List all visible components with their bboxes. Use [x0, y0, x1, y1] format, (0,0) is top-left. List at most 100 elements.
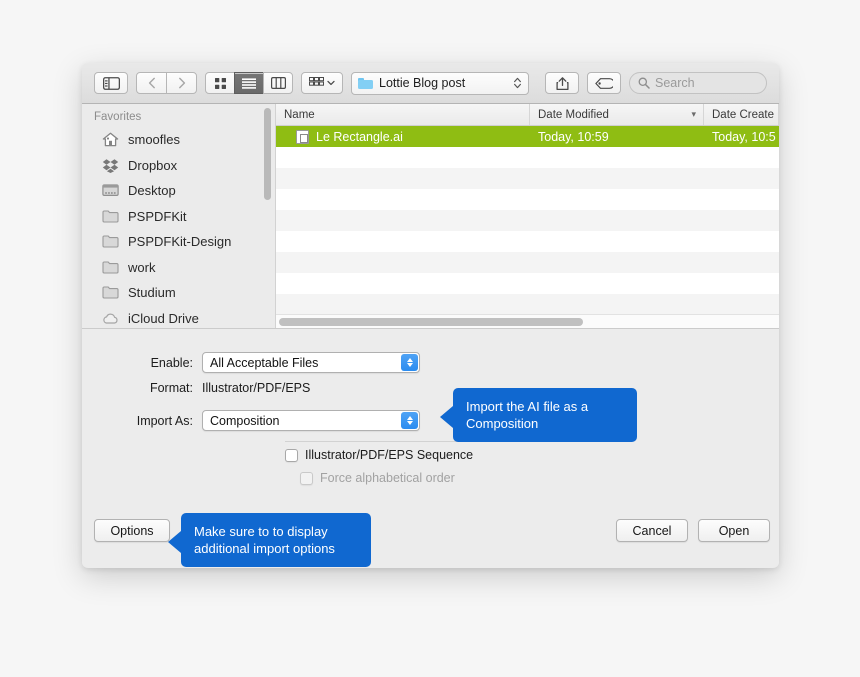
alphabetical-checkbox: Force alphabetical order [300, 471, 455, 485]
view-mode-segmented-control [205, 72, 293, 94]
chevron-down-icon [406, 363, 413, 367]
cancel-button[interactable]: Cancel [616, 519, 688, 542]
navigation-buttons [136, 72, 197, 94]
callout-options: Make sure to to display additional impor… [168, 513, 371, 567]
sidebar-scrollbar[interactable] [264, 108, 271, 200]
column-header-date-created[interactable]: Date Create [704, 104, 779, 125]
chevron-up-icon [406, 416, 413, 420]
folder-icon [102, 210, 119, 223]
chevron-down-icon [406, 421, 413, 425]
sidebar-item-label: work [128, 259, 156, 275]
back-button[interactable] [136, 72, 167, 94]
import-as-value: Composition [210, 413, 280, 428]
file-open-dialog: Lottie Blog post Search Favorites smoofl… [82, 63, 779, 568]
enable-popup-button[interactable]: All Acceptable Files [202, 352, 420, 373]
alphabetical-checkbox-label: Force alphabetical order [320, 471, 455, 485]
horizontal-scrollbar[interactable] [276, 314, 779, 328]
sort-chevron-down-icon: ▾ [691, 109, 696, 119]
sidebar-toggle-icon [102, 76, 120, 90]
search-field[interactable]: Search [629, 72, 767, 94]
tag-icon [595, 77, 613, 89]
sidebar-item-pspdfkit-design[interactable]: PSPDFKit-Design [82, 229, 275, 255]
file-name-label: Le Rectangle.ai [316, 129, 403, 144]
chevron-down-icon [327, 80, 335, 86]
toolbar: Lottie Blog post Search [82, 63, 779, 104]
folder-icon [102, 235, 119, 248]
list-view-button[interactable] [234, 72, 264, 94]
desktop-icon [102, 184, 119, 197]
icon-view-button[interactable] [205, 72, 235, 94]
callout-arrow-icon [168, 531, 181, 553]
empty-row [276, 231, 779, 252]
enable-stepper-icon[interactable] [401, 354, 418, 371]
sidebar-item-label: Dropbox [128, 157, 178, 173]
sequence-checkbox-label: Illustrator/PDF/EPS Sequence [305, 448, 474, 462]
format-row: Format: Illustrator/PDF/EPS [82, 381, 310, 395]
sidebar-toggle-button[interactable] [94, 72, 128, 94]
column-view-icon [270, 77, 286, 89]
folder-icon [102, 261, 119, 274]
tag-button[interactable] [587, 72, 621, 94]
callout-text: Make sure to to display additional impor… [194, 524, 335, 556]
sidebar-header: Favorites [94, 111, 142, 123]
sidebar-item-pspdfkit[interactable]: PSPDFKit [82, 204, 275, 230]
table-row[interactable]: Le Rectangle.ai Today, 10:59 Today, 10:5 [276, 126, 779, 147]
folder-icon [358, 77, 373, 89]
list-view-icon [242, 77, 256, 89]
path-popup-button[interactable]: Lottie Blog post [351, 71, 529, 95]
illustrator-file-icon [296, 129, 309, 144]
empty-row [276, 189, 779, 210]
column-header-label: Date Modified [538, 108, 609, 121]
share-icon [555, 76, 569, 90]
sidebar-item-icloud-drive[interactable]: iCloud Drive [82, 306, 275, 329]
import-as-label: Import As: [136, 413, 193, 428]
sidebar-item-label: PSPDFKit [128, 208, 187, 224]
sidebar-item-label: iCloud Drive [128, 310, 199, 326]
open-button[interactable]: Open [698, 519, 770, 542]
updown-chevron-icon [514, 77, 522, 89]
browser-body: Favorites smoofles Dropbox Desktop PSPDF… [82, 104, 779, 328]
arrange-by-button[interactable] [301, 72, 343, 94]
sidebar-item-work[interactable]: work [82, 255, 275, 281]
column-header-name[interactable]: Name [276, 104, 530, 125]
sidebar-item-label: Studium [128, 285, 176, 301]
home-icon [102, 132, 119, 147]
sidebar-item-smoofles[interactable]: smoofles [82, 127, 275, 153]
import-as-row: Import As: Composition [82, 410, 420, 431]
chevron-up-icon [406, 358, 413, 362]
callout-arrow-icon [440, 406, 453, 428]
sidebar-item-label: PSPDFKit-Design [128, 234, 232, 250]
column-view-button[interactable] [263, 72, 293, 94]
empty-row [276, 252, 779, 273]
date-created-cell: Today, 10:5 [712, 129, 776, 144]
sidebar-item-desktop[interactable]: Desktop [82, 178, 275, 204]
empty-row [276, 147, 779, 168]
import-as-popup-button[interactable]: Composition [202, 410, 420, 431]
callout-text: Import the AI file as a Composition [466, 399, 589, 431]
checkbox-box [300, 471, 313, 485]
scrollbar-thumb[interactable] [279, 318, 583, 326]
chevron-right-icon [178, 77, 185, 89]
enable-value: All Acceptable Files [210, 355, 319, 370]
callout-import-as: Import the AI file as a Composition [440, 388, 637, 442]
options-button[interactable]: Options [94, 519, 170, 542]
sidebar-item-dropbox[interactable]: Dropbox [82, 153, 275, 179]
import-as-stepper-icon[interactable] [401, 412, 418, 429]
forward-button[interactable] [166, 72, 197, 94]
column-header-date-modified[interactable]: Date Modified ▾ [530, 104, 704, 125]
sequence-checkbox[interactable]: Illustrator/PDF/EPS Sequence [285, 448, 473, 462]
arrange-by-icon [309, 77, 324, 86]
format-value: Illustrator/PDF/EPS [202, 381, 311, 395]
format-label: Format: [149, 381, 193, 395]
sidebar-item-studium[interactable]: Studium [82, 280, 275, 306]
folder-icon [102, 286, 119, 299]
path-label: Lottie Blog post [379, 76, 466, 90]
checkbox-box[interactable] [285, 448, 298, 462]
cloud-icon [103, 313, 118, 324]
sidebar-item-label: Desktop [128, 183, 176, 199]
share-button[interactable] [545, 72, 579, 94]
icon-view-icon [214, 77, 226, 89]
file-list: Name Date Modified ▾ Date Create Le Rect… [276, 104, 779, 328]
sidebar: Favorites smoofles Dropbox Desktop PSPDF… [82, 104, 276, 328]
search-icon [638, 77, 650, 89]
